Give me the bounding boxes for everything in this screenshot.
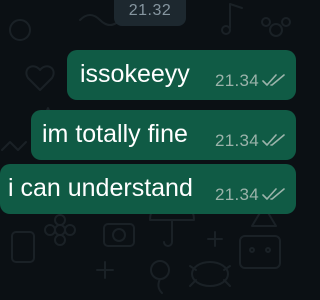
outgoing-message-bubble[interactable]: issokeeyy 21.34 bbox=[67, 50, 296, 100]
message-time: 21.34 bbox=[214, 185, 259, 204]
message-text: i can understand bbox=[8, 174, 193, 202]
outgoing-message-bubble[interactable]: im totally fine 21.34 bbox=[31, 110, 296, 160]
date-chip-label: 21.32 bbox=[128, 2, 172, 19]
chat-window[interactable]: 21.32 issokeeyy 21.34 im totally fine 21… bbox=[0, 0, 300, 300]
message-time: 21.34 bbox=[214, 131, 259, 150]
message-text: im totally fine bbox=[42, 120, 188, 148]
message-meta: 21.34 bbox=[215, 71, 286, 91]
double-check-icon bbox=[262, 188, 285, 200]
message-meta: 21.34 bbox=[215, 131, 286, 151]
outgoing-message-bubble[interactable]: i can understand 21.34 bbox=[0, 164, 296, 214]
date-chip: 21.32 bbox=[114, 0, 186, 26]
message-meta: 21.34 bbox=[215, 185, 286, 205]
double-check-icon bbox=[262, 134, 285, 146]
message-time: 21.34 bbox=[214, 71, 259, 90]
double-check-icon bbox=[262, 74, 285, 86]
message-text: issokeeyy bbox=[80, 60, 190, 88]
